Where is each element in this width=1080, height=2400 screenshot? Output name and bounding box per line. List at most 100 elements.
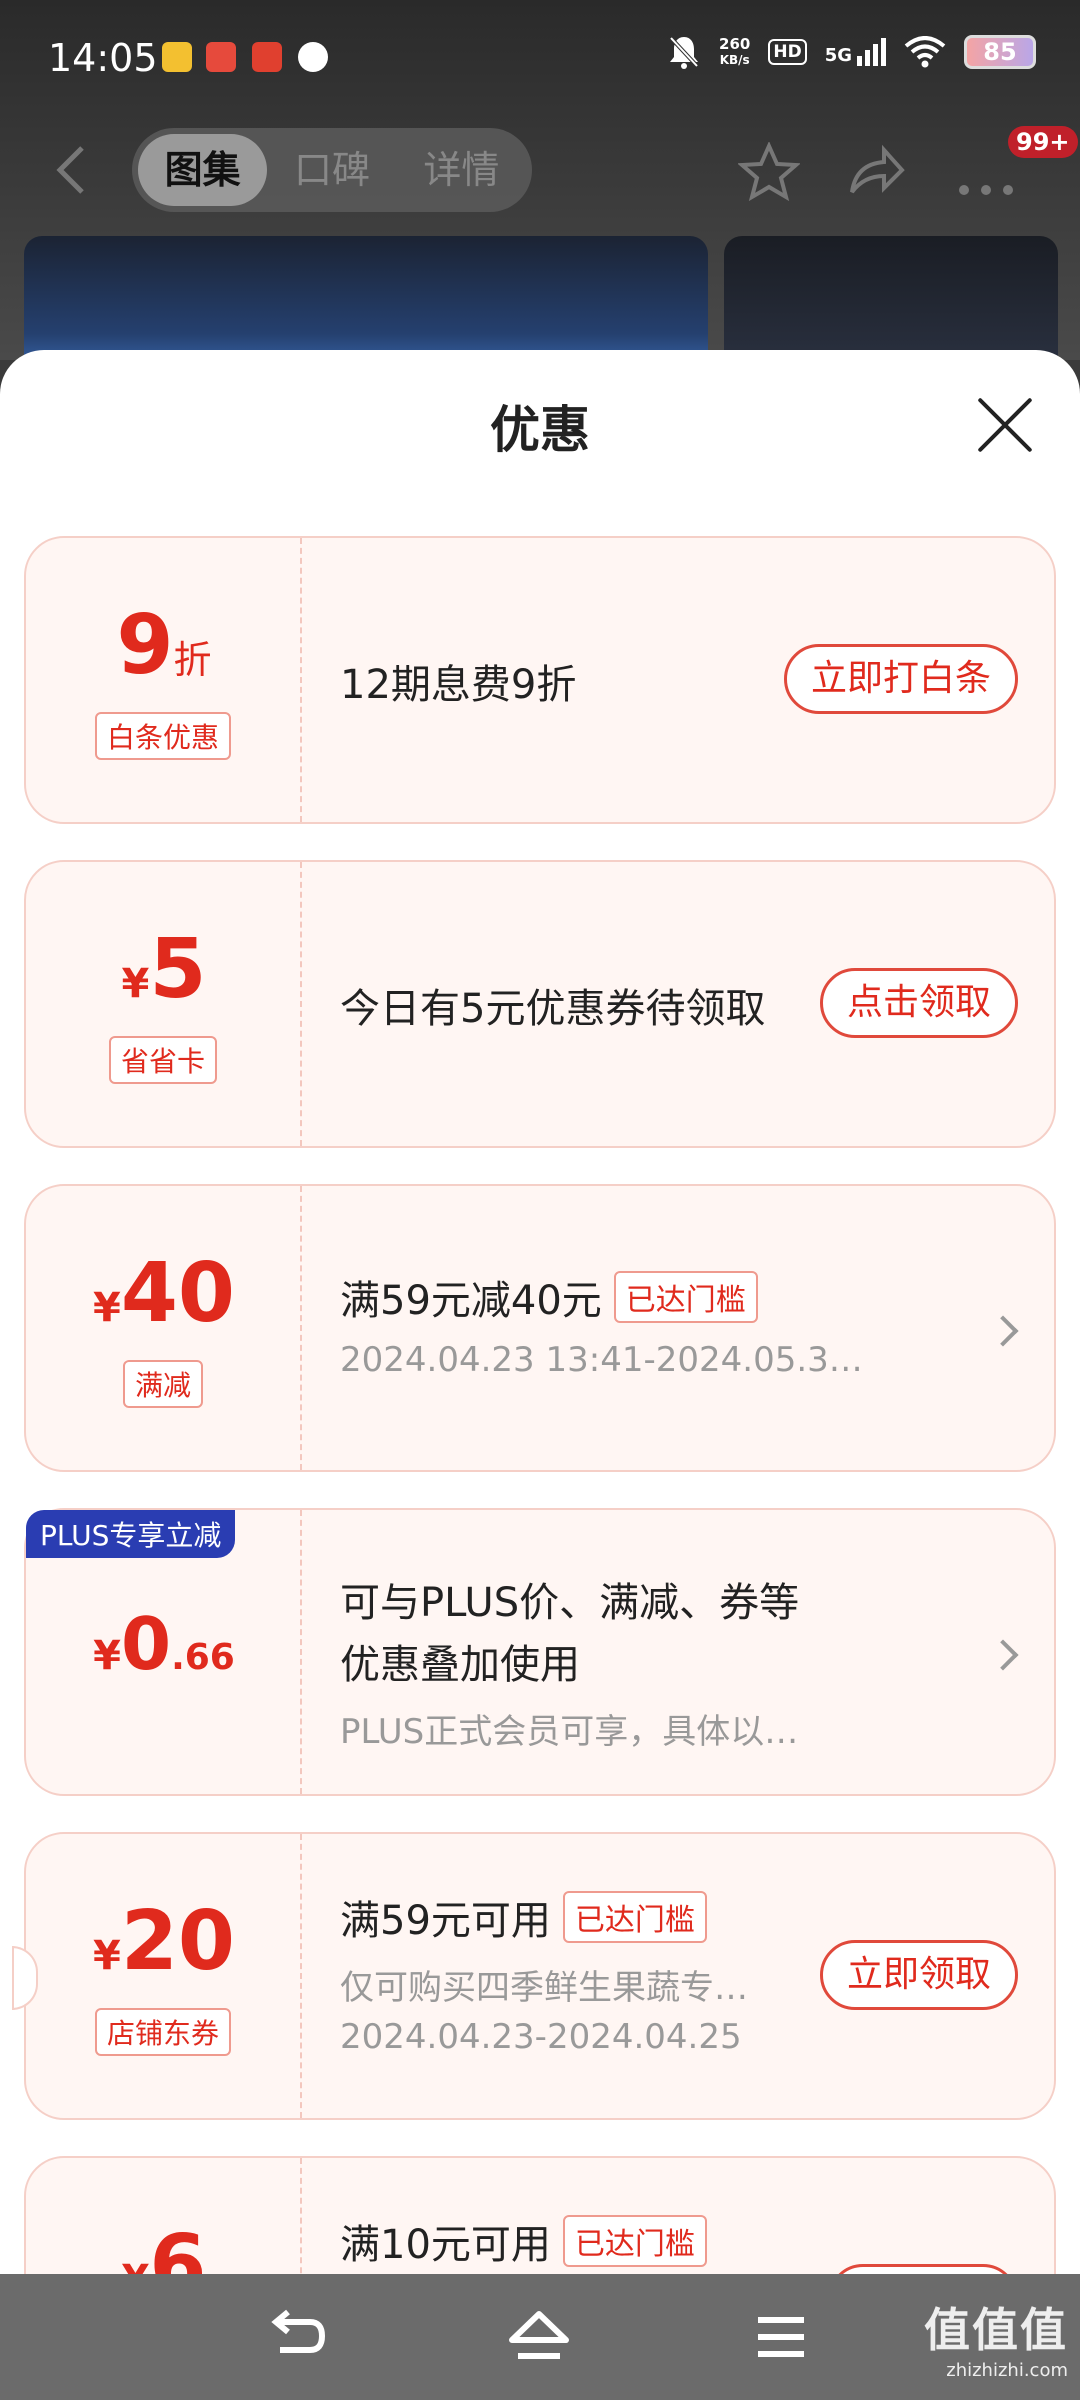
discount-description: PLUS正式会员可享，具体以…	[340, 1712, 799, 1752]
discount-title-text: 今日有5元优惠券待领取	[340, 986, 766, 1032]
card-amount-section: ¥20 店铺东券	[26, 1834, 302, 2118]
amount-number: 40	[120, 1246, 235, 1341]
discount-amount: ¥40	[26, 1246, 302, 1341]
wifi-icon	[904, 36, 946, 68]
amount-decimal: .66	[171, 1637, 235, 1678]
discount-title: 12期息费9折	[340, 652, 576, 710]
validity-period: 2024.04.23 13:41-2024.05.3…	[340, 1340, 863, 1380]
card-info: 满59元可用 已达门槛 仅可购买四季鲜生果蔬专… 2024.04.23-2024…	[340, 1888, 748, 2057]
net-speed: 260 KB/s	[719, 36, 750, 68]
currency-symbol: ¥	[122, 2257, 150, 2274]
signal-bar-icon	[865, 50, 870, 66]
discount-title: 满59元可用 已达门槛	[340, 1888, 748, 1946]
tab-details[interactable]: 详情	[397, 134, 526, 206]
tab-gallery[interactable]: 图集	[138, 134, 268, 206]
system-back-icon[interactable]	[266, 2304, 332, 2370]
discount-type-tag: 满减	[122, 1360, 204, 1408]
sheet-title: 优惠	[490, 401, 590, 459]
amount-number: 20	[120, 1894, 235, 1989]
discount-title: 满59元减40元 已达门槛	[340, 1268, 863, 1326]
share-icon[interactable]	[846, 142, 906, 210]
discount-title: 满10元可用 已达门槛	[340, 2212, 707, 2270]
discount-title: 今日有5元优惠券待领取	[340, 976, 765, 1034]
card-amount-section: 9折 白条优惠	[26, 538, 302, 822]
card-info: 满59元减40元 已达门槛 2024.04.23 13:41-2024.05.3…	[340, 1268, 863, 1380]
watermark-url: zhizhizhi.com	[946, 2360, 1068, 2381]
discount-title-text: 满10元可用	[340, 2222, 551, 2268]
card-amount-section: ¥0.66	[26, 1510, 302, 1794]
cell-signal: 5G	[825, 38, 886, 66]
discount-card: ¥5 省省卡 今日有5元优惠券待领取 点击领取	[24, 860, 1056, 1148]
amount-number: 6	[149, 2218, 207, 2274]
system-menu-icon[interactable]	[748, 2304, 814, 2370]
baitiao-button[interactable]: 立即打白条	[783, 644, 1018, 714]
discount-type-tag: 省省卡	[108, 1036, 218, 1084]
card-info: 12期息费9折	[340, 652, 576, 710]
close-icon[interactable]	[976, 396, 1034, 454]
status-bar: 14:05 260 KB/s HD 5G 85	[0, 0, 1080, 118]
app-notification-icon	[206, 42, 236, 72]
discount-title: 可与PLUS价、满减、券等	[340, 1580, 800, 1626]
signal-bar-icon	[881, 38, 886, 66]
chevron-right-icon[interactable]	[987, 1639, 1019, 1671]
tab-reviews[interactable]: 口碑	[267, 134, 396, 206]
app-notification-icon	[162, 42, 192, 72]
currency-symbol: ¥	[93, 1633, 121, 1679]
chevron-right-icon[interactable]	[987, 1315, 1019, 1347]
currency-symbol: ¥	[93, 1285, 121, 1331]
favorite-star-icon[interactable]	[736, 141, 802, 214]
card-amount-section: ¥40 满减	[26, 1186, 302, 1470]
discount-title-text: 满59元可用	[340, 1898, 551, 1944]
claim-coupon-button[interactable]: 点击领取	[819, 968, 1018, 1038]
card-amount-section: ¥6	[26, 2158, 302, 2274]
mute-bell-icon	[669, 36, 699, 69]
network-type: 5G	[824, 45, 852, 66]
discount-card[interactable]: ¥40 满减 满59元减40元 已达门槛 2024.04.23 13:41-20…	[24, 1184, 1056, 1472]
signal-bar-icon	[873, 44, 878, 66]
system-home-icon[interactable]	[506, 2304, 572, 2370]
card-info: 满10元可用 已达门槛	[340, 2212, 707, 2270]
discount-amount: ¥5	[26, 922, 302, 1017]
currency-symbol: ¥	[93, 1933, 121, 1979]
discount-sheet: 优惠 9折 白条优惠 12期息费9折 立即打白条 ¥5 省省卡 今日有5元优惠券…	[0, 350, 1080, 2274]
threshold-met-tag: 已达门槛	[562, 2215, 707, 2267]
watermark-logo: 值值值	[924, 2303, 1068, 2357]
back-arrow-icon[interactable]	[52, 140, 96, 200]
system-nav-bar: 值值值 zhizhizhi.com	[0, 2274, 1080, 2400]
net-speed-unit: KB/s	[719, 53, 750, 67]
threshold-met-tag: 已达门槛	[613, 1271, 758, 1323]
card-info: 可与PLUS价、满减、券等 优惠叠加使用 PLUS正式会员可享，具体以…	[340, 1570, 799, 1753]
app-notification-icon	[252, 42, 282, 72]
hd-indicator: HD	[768, 39, 807, 65]
currency-symbol: ¥	[121, 961, 150, 1007]
discount-amount: ¥20	[26, 1894, 302, 1989]
discount-type-tag: 白条优惠	[94, 712, 232, 760]
card-info: 今日有5元优惠券待领取	[340, 976, 765, 1034]
amount-number: 0	[120, 1602, 172, 1686]
discount-amount: ¥6	[26, 2218, 302, 2274]
discount-card: ¥20 店铺东券 满59元可用 已达门槛 仅可购买四季鲜生果蔬专… 2024.0…	[12, 1832, 1056, 2120]
site-watermark: 值值值 zhizhizhi.com	[924, 2294, 1068, 2381]
signal-bar-icon	[857, 56, 862, 66]
amount-number: 5	[149, 922, 207, 1017]
product-nav-bar: 图集 口碑 详情	[0, 128, 1080, 212]
discount-title-text: 12期息费9折	[340, 662, 577, 708]
more-icon[interactable]	[956, 154, 1016, 212]
status-indicators: 260 KB/s HD 5G 85	[667, 34, 1036, 70]
validity-period: 2024.04.23-2024.04.25	[340, 2017, 742, 2057]
discount-card: 9折 白条优惠 12期息费9折 立即打白条	[24, 536, 1056, 824]
discount-amount: 9折	[26, 598, 302, 693]
net-speed-value: 260	[719, 35, 751, 53]
threshold-met-tag: 已达门槛	[562, 1891, 707, 1943]
tab-group: 图集 口碑 详情	[132, 128, 532, 212]
discount-card[interactable]: PLUS专享立减 ¥0.66 可与PLUS价、满减、券等 优惠叠加使用 PLUS…	[24, 1508, 1056, 1796]
discount-card: ¥6 满10元可用 已达门槛	[24, 2156, 1056, 2274]
discount-title-line2: 优惠叠加使用	[340, 1642, 580, 1688]
background-page: 14:05 260 KB/s HD 5G 85 图集 口碑 详情 99+	[0, 0, 1080, 376]
status-time: 14:05	[48, 36, 158, 80]
amount-suffix: 折	[173, 638, 212, 682]
claim-coupon-button[interactable]: 立即领取	[819, 1940, 1018, 2010]
claim-coupon-button[interactable]	[828, 2264, 1018, 2274]
discount-title-text: 满59元减40元	[340, 1278, 602, 1324]
battery-indicator: 85	[964, 35, 1036, 69]
